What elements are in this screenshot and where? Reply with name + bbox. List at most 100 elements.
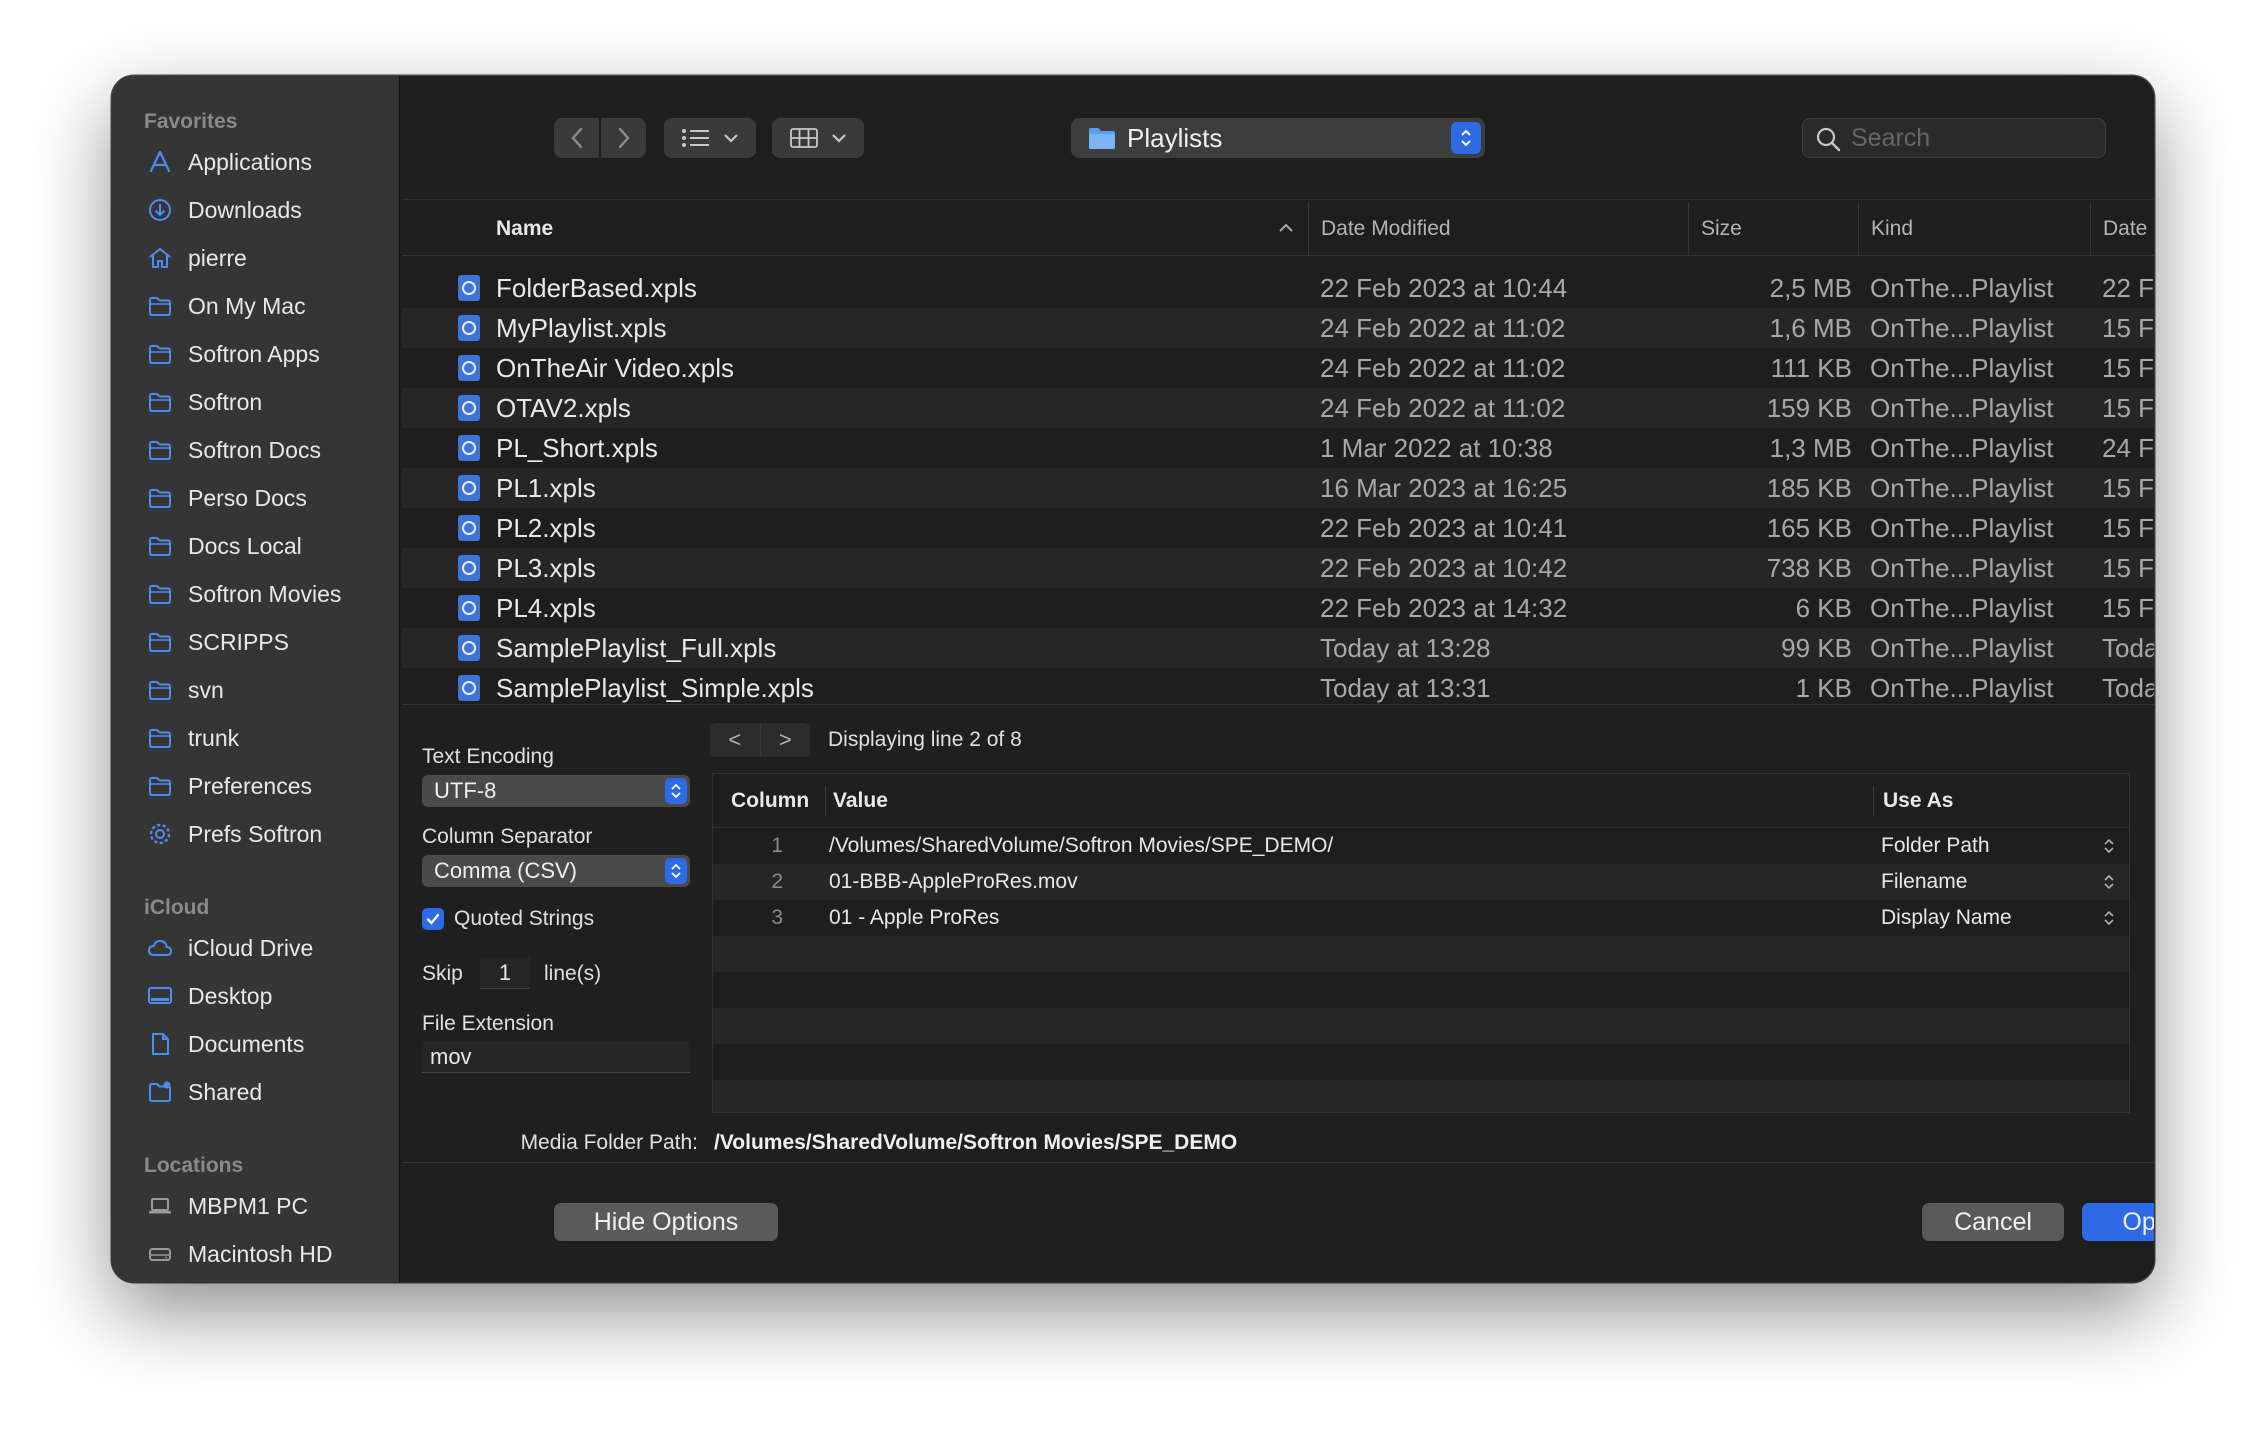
sidebar-item-applications[interactable]: Applications — [112, 138, 399, 186]
mapping-use-as-popup[interactable]: Filename — [1881, 864, 1967, 900]
folder-icon — [146, 340, 174, 368]
file-size: 1,6 MB — [1769, 312, 1852, 343]
sidebar-item-softron[interactable]: Softron — [112, 378, 399, 426]
sidebar-item-preferences[interactable]: Preferences — [112, 762, 399, 810]
sidebar-item-pierre[interactable]: pierre — [112, 234, 399, 282]
file-row[interactable]: PL1.xpls 16 Mar 2023 at 16:25 185 KB OnThe.… — [402, 468, 2154, 508]
folder-icon — [146, 724, 174, 752]
sidebar-section-icloud: iCloud — [144, 896, 210, 919]
mapping-row[interactable]: 1/Volumes/SharedVolume/Softron Movies/SP… — [713, 828, 2129, 864]
file-date-modified: Today at 13:31 — [1320, 672, 1491, 703]
mapping-column-number: 2 — [771, 870, 783, 893]
skip-suffix-label: line(s) — [544, 962, 602, 985]
group-view-menu-button[interactable] — [772, 118, 864, 158]
skip-lines-field[interactable]: 1 — [480, 957, 530, 989]
file-row[interactable]: OTAV2.xpls 24 Feb 2022 at 11:02 159 KB OnTh… — [402, 388, 2154, 428]
column-header-date[interactable]: Date — [2090, 202, 2147, 256]
mapping-row[interactable]: 3 01 - Apple ProRes Display Name — [713, 900, 2129, 936]
sidebar-item-label: Softron Apps — [188, 340, 320, 367]
file-date: Toda — [2102, 632, 2154, 663]
text-encoding-popup[interactable]: UTF-8 — [422, 775, 690, 807]
sidebar-item-svn[interactable]: svn — [112, 666, 399, 714]
file-row[interactable]: PL2.xpls 22 Feb 2023 at 10:41 165 KB OnThe.… — [402, 508, 2154, 548]
next-line-button[interactable]: > — [761, 723, 811, 757]
file-icon-shape — [458, 315, 480, 341]
column-divider — [1873, 786, 1874, 816]
sidebar-item-prefs-softron[interactable]: Prefs Softron — [112, 810, 399, 858]
file-row[interactable]: MyPlaylist.xpls 24 Feb 2022 at 11:02 1,6 M… — [402, 308, 2154, 348]
file-date: 15 F — [2102, 592, 2154, 623]
checkmark-icon — [426, 913, 440, 925]
cancel-button[interactable]: Cancel — [1922, 1203, 2064, 1241]
main-panel: Playlists Search Name Date Modified Size… — [402, 76, 2154, 1282]
quoted-strings-checkbox[interactable] — [422, 908, 444, 930]
column-header-date-modified[interactable]: Date Modified — [1308, 202, 1451, 256]
sidebar-item-icloud-drive[interactable]: iCloud Drive — [112, 924, 399, 972]
sidebar-item-trunk[interactable]: trunk — [112, 714, 399, 762]
text-encoding-label: Text Encoding — [422, 745, 554, 768]
column-separator-popup[interactable]: Comma (CSV) — [422, 855, 690, 887]
mapping-use-as-popup[interactable]: Folder Path — [1881, 828, 1990, 864]
file-date: 15 F — [2102, 512, 2154, 543]
up-down-arrows-icon — [671, 783, 681, 799]
sidebar-item-documents[interactable]: Documents — [112, 1020, 399, 1068]
column-header-kind[interactable]: Kind — [1858, 202, 1913, 256]
playlist-file-icon — [456, 468, 482, 508]
file-kind: OnThe...Playlist — [1870, 392, 2054, 423]
mapping-row[interactable]: 2 01-BBB-AppleProRes.mov Filename — [713, 864, 2129, 900]
previous-line-button[interactable]: < — [710, 723, 761, 757]
sidebar-item-shared[interactable]: Shared — [112, 1068, 399, 1116]
sidebar-item-on-my-mac[interactable]: On My Mac — [112, 282, 399, 330]
folder-icon — [146, 676, 174, 704]
sidebar-item-softron-movies[interactable]: Softron Movies — [112, 570, 399, 618]
sidebar-item-docs-local[interactable]: Docs Local — [112, 522, 399, 570]
file-row[interactable]: SamplePlaylist_Full.xpls Today at 13:28 99… — [402, 628, 2154, 668]
playlist-file-icon — [456, 548, 482, 588]
grid-view-icon — [790, 128, 818, 148]
column-header-name[interactable]: Name — [496, 202, 553, 256]
file-kind: OnThe...Playlist — [1870, 672, 2054, 703]
sidebar-item-scripps[interactable]: SCRIPPS — [112, 618, 399, 666]
location-popup[interactable]: Playlists — [1071, 118, 1485, 158]
sidebar-item-label: SCRIPPS — [188, 628, 289, 655]
file-name: PL1.xpls — [496, 472, 596, 503]
media-folder-path-value: /Volumes/SharedVolume/Softron Movies/SPE… — [714, 1131, 1238, 1154]
file-kind: OnThe...Playlist — [1870, 472, 2054, 503]
up-down-arrows-icon — [2103, 828, 2115, 864]
open-button[interactable]: Open — [2082, 1203, 2154, 1241]
chevron-down-icon — [832, 134, 846, 143]
file-row[interactable]: PL4.xpls 22 Feb 2023 at 14:32 6 KB OnThe...… — [402, 588, 2154, 628]
sidebar-item-label: Macintosh HD — [188, 1240, 333, 1267]
search-field[interactable]: Search — [1802, 118, 2106, 158]
folder-icon — [146, 772, 174, 800]
file-name: MyPlaylist.xpls — [496, 312, 667, 343]
sidebar-item-perso-docs[interactable]: Perso Docs — [112, 474, 399, 522]
playlist-file-icon — [456, 348, 482, 388]
sidebar-item-downloads[interactable]: Downloads — [112, 186, 399, 234]
column-header-column: Column — [731, 789, 810, 812]
sidebar-item-macintosh-hd[interactable]: Macintosh HD — [112, 1230, 399, 1278]
mapping-use-as-popup[interactable]: Display Name — [1881, 900, 2012, 936]
up-down-arrows-icon — [1461, 129, 1471, 147]
file-extension-field[interactable]: mov — [422, 1041, 690, 1073]
mapping-value: 01-BBB-AppleProRes.mov — [829, 870, 1078, 893]
skip-label: Skip — [422, 962, 463, 985]
mapping-row — [713, 1080, 2129, 1112]
sidebar-item-softron-docs[interactable]: Softron Docs — [112, 426, 399, 474]
forward-button[interactable] — [601, 118, 646, 158]
file-row[interactable]: FolderBased.xpls 22 Feb 2023 at 10:44 2,5 … — [402, 268, 2154, 308]
sidebar-item-mbpm1-pc[interactable]: MBPM1 PC — [112, 1182, 399, 1230]
column-header-size[interactable]: Size — [1688, 202, 1742, 256]
file-list: Name Date Modified Size Kind Date Folder… — [402, 202, 2154, 704]
file-row[interactable]: PL_Short.xpls 1 Mar 2022 at 10:38 1,3 MB On… — [402, 428, 2154, 468]
list-view-menu-button[interactable] — [664, 118, 756, 158]
file-row[interactable]: SamplePlaylist_Simple.xpls Today at 13:31… — [402, 668, 2154, 704]
hide-options-button[interactable]: Hide Options — [554, 1203, 778, 1241]
file-date-modified: 22 Feb 2023 at 14:32 — [1320, 592, 1568, 623]
file-name: SamplePlaylist_Simple.xpls — [496, 672, 814, 703]
sidebar-item-desktop[interactable]: Desktop — [112, 972, 399, 1020]
sidebar-item-softron-apps[interactable]: Softron Apps — [112, 330, 399, 378]
back-button[interactable] — [554, 118, 599, 158]
file-row[interactable]: OnTheAir Video.xpls 24 Feb 2022 at 11:02 1… — [402, 348, 2154, 388]
file-row[interactable]: PL3.xpls 22 Feb 2023 at 10:42 738 KB OnThe.… — [402, 548, 2154, 588]
